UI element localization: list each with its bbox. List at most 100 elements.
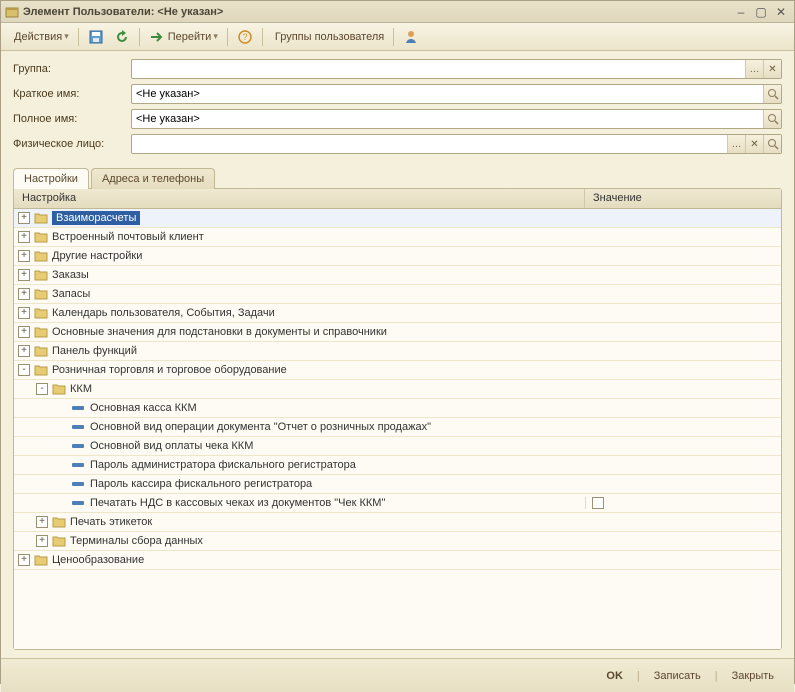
tree-node-label: Розничная торговля и торговое оборудован… (52, 364, 287, 376)
shortname-field[interactable] (131, 84, 782, 104)
expand-icon[interactable]: + (36, 516, 48, 528)
user-tool[interactable] (399, 26, 423, 48)
expand-icon[interactable]: + (18, 345, 30, 357)
group-field[interactable]: … ✕ (131, 59, 782, 79)
expander-spacer (54, 478, 66, 490)
tree-node-label: Запасы (52, 288, 90, 300)
tree-row[interactable]: +Терминалы сбора данных (14, 532, 781, 551)
leaf-icon (72, 501, 84, 505)
tree-row[interactable]: +Основные значения для подстановки в док… (14, 323, 781, 342)
tree-node-label: Основной вид операции документа "Отчет о… (90, 421, 431, 433)
tree-row[interactable]: Основная касса ККМ (14, 399, 781, 418)
help-icon: ? (237, 29, 253, 45)
folder-icon (34, 307, 48, 319)
shortname-label: Краткое имя: (13, 88, 131, 100)
tab-addresses[interactable]: Адреса и телефоны (91, 168, 215, 189)
expander-spacer (54, 497, 66, 509)
checkbox[interactable] (592, 497, 604, 509)
folder-icon (34, 326, 48, 338)
tree-row[interactable]: + Взаиморасчеты (14, 209, 781, 228)
tree-row[interactable]: +Заказы (14, 266, 781, 285)
save-tool[interactable] (84, 26, 108, 48)
fullname-input[interactable] (132, 110, 763, 128)
tree-node-label: Печать этикеток (70, 516, 152, 528)
svg-text:?: ? (242, 32, 247, 42)
maximize-button[interactable]: ▢ (752, 4, 770, 20)
save-button[interactable]: Записать (646, 667, 709, 685)
close-button[interactable]: Закрыть (724, 667, 782, 685)
lookup-button[interactable] (763, 85, 781, 103)
expand-icon[interactable]: + (18, 288, 30, 300)
tree-row[interactable]: Основной вид оплаты чека ККМ (14, 437, 781, 456)
person-label: Физическое лицо: (13, 138, 131, 150)
fullname-label: Полное имя: (13, 113, 131, 125)
tab-settings-panel: Настройка Значение + Взаиморасчеты +Встрое… (13, 188, 782, 650)
expand-icon[interactable]: + (18, 326, 30, 338)
tree-row[interactable]: + Запасы (14, 285, 781, 304)
actions-menu[interactable]: Действия ▾ (7, 26, 73, 48)
select-button[interactable]: … (745, 60, 763, 78)
tree-row[interactable]: +Встроенный почтовый клиент (14, 228, 781, 247)
goto-menu-label: Перейти (168, 31, 212, 43)
col-header-value[interactable]: Значение (585, 189, 781, 208)
tree-row[interactable]: Пароль кассира фискального регистратора (14, 475, 781, 494)
collapse-icon[interactable]: - (36, 383, 48, 395)
expand-icon[interactable]: + (18, 250, 30, 262)
minimize-button[interactable]: – (732, 4, 750, 20)
lookup-button[interactable] (763, 135, 781, 153)
clear-button[interactable]: ✕ (763, 60, 781, 78)
tree-node-label: Ценообразование (52, 554, 144, 566)
tree-row[interactable]: - ККМ (14, 380, 781, 399)
person-input[interactable] (132, 135, 727, 153)
tree-node-label: Другие настройки (52, 250, 142, 262)
form-area: Группа: … ✕ Краткое имя: Полное имя: Физ… (1, 51, 794, 163)
tab-settings[interactable]: Настройки (13, 168, 89, 189)
shortname-input[interactable] (132, 85, 763, 103)
person-field[interactable]: … ✕ (131, 134, 782, 154)
tree-row[interactable]: Печатать НДС в кассовых чеках из докумен… (14, 494, 781, 513)
tree-row[interactable]: +Панель функций (14, 342, 781, 361)
tree-row[interactable]: + Другие настройки (14, 247, 781, 266)
group-label: Группа: (13, 63, 131, 75)
ok-button[interactable]: OK (598, 667, 631, 685)
tree-row[interactable]: - Розничная торговля и торговое оборудова… (14, 361, 781, 380)
collapse-icon[interactable]: - (18, 364, 30, 376)
expand-icon[interactable]: + (18, 307, 30, 319)
fullname-field[interactable] (131, 109, 782, 129)
tree-row[interactable]: Основной вид операции документа "Отчет о… (14, 418, 781, 437)
tree-node-label: Пароль администратора фискального регист… (90, 459, 356, 471)
col-header-name[interactable]: Настройка (14, 189, 585, 208)
tree-row[interactable]: Пароль администратора фискального регист… (14, 456, 781, 475)
goto-menu[interactable]: Перейти ▾ (145, 26, 222, 48)
tree-row[interactable]: +Календарь пользователя, События, Задачи (14, 304, 781, 323)
settings-tree[interactable]: + Взаиморасчеты +Встроенный почтовый клиен… (14, 209, 781, 649)
expander-spacer (54, 421, 66, 433)
select-button[interactable]: … (727, 135, 745, 153)
lookup-button[interactable] (763, 110, 781, 128)
tree-row[interactable]: + Ценообразование (14, 551, 781, 570)
close-button[interactable]: ✕ (772, 4, 790, 20)
tree-node-label: Печатать НДС в кассовых чеках из докумен… (90, 497, 385, 509)
expand-icon[interactable]: + (18, 554, 30, 566)
folder-icon (52, 516, 66, 528)
leaf-icon (72, 406, 84, 410)
expand-icon[interactable]: + (18, 269, 30, 281)
tree-row[interactable]: + Печать этикеток (14, 513, 781, 532)
window-title: Элемент Пользователи: <Не указан> (23, 6, 732, 18)
group-input[interactable] (132, 60, 745, 78)
tree-node-label: Взаиморасчеты (52, 211, 140, 225)
refresh-icon (114, 29, 130, 45)
expand-icon[interactable]: + (18, 212, 30, 224)
tree-value-cell[interactable] (585, 497, 781, 509)
user-groups-menu[interactable]: Группы пользователя (268, 26, 388, 48)
folder-icon (34, 554, 48, 566)
leaf-icon (72, 425, 84, 429)
expand-icon[interactable]: + (36, 535, 48, 547)
expand-icon[interactable]: + (18, 231, 30, 243)
help-tool[interactable]: ? (233, 26, 257, 48)
refresh-tool[interactable] (110, 26, 134, 48)
tree-node-label: ККМ (70, 383, 92, 395)
clear-button[interactable]: ✕ (745, 135, 763, 153)
folder-icon (34, 364, 48, 376)
tree-node-label: Основной вид оплаты чека ККМ (90, 440, 253, 452)
